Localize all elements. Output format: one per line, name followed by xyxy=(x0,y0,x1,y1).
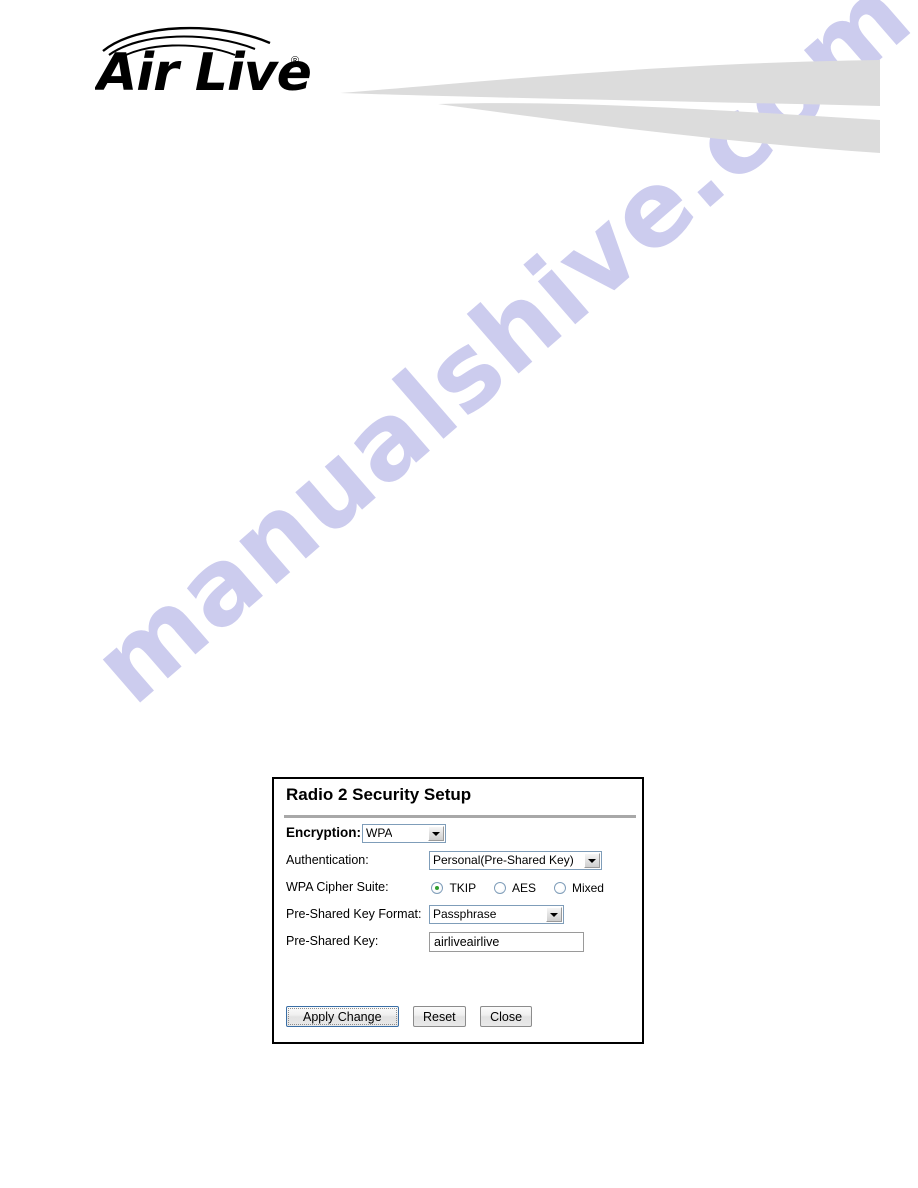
page-canvas: manualshive.com Air Live ® Radio 2 Secur… xyxy=(0,0,918,1188)
pre-shared-key-format-label: Pre-Shared Key Format: xyxy=(286,907,422,921)
airlive-logo-graphic: Air Live ® xyxy=(93,26,312,103)
close-button[interactable]: Close xyxy=(480,1006,533,1027)
authentication-label: Authentication: xyxy=(286,853,369,867)
apply-change-button-label: Apply Change xyxy=(303,1010,382,1024)
title-divider xyxy=(284,815,636,818)
encryption-label: Encryption: xyxy=(286,825,362,840)
radio-option-mixed[interactable]: Mixed xyxy=(553,879,604,897)
pre-shared-key-value: airliveairlive xyxy=(434,935,500,949)
wpa-cipher-suite-radio-group: TKIP AES Mixed xyxy=(431,879,617,897)
authentication-select[interactable]: Personal(Pre-Shared Key) xyxy=(429,851,602,870)
encryption-select-value: WPA xyxy=(366,826,393,840)
svg-text:Air Live: Air Live xyxy=(95,43,310,96)
airlive-wordmark: Air Live xyxy=(93,43,312,103)
page-header: Air Live ® xyxy=(0,0,918,170)
pre-shared-key-input[interactable]: airliveairlive xyxy=(429,932,584,952)
form-row-authentication: Authentication: Personal(Pre-Shared Key) xyxy=(274,851,642,875)
encryption-select[interactable]: WPA xyxy=(362,824,446,843)
airlive-logo: Air Live ® xyxy=(93,24,312,103)
pre-shared-key-format-value: Passphrase xyxy=(433,907,497,921)
banner-swoosh-graphic xyxy=(340,60,880,153)
apply-change-button[interactable]: Apply Change xyxy=(286,1006,399,1027)
pre-shared-key-format-select[interactable]: Passphrase xyxy=(429,905,564,924)
radio-label-mixed: Mixed xyxy=(571,880,604,895)
radio-option-tkip[interactable]: TKIP xyxy=(431,879,476,897)
radio-indicator-mixed[interactable] xyxy=(553,882,566,894)
reset-button[interactable]: Reset xyxy=(412,1006,466,1027)
authentication-select-value: Personal(Pre-Shared Key) xyxy=(433,853,574,867)
radio-label-aes: AES xyxy=(512,880,537,895)
reset-button-label: Reset xyxy=(422,1010,456,1024)
chevron-down-icon[interactable] xyxy=(428,826,444,841)
form-row-encryption: Encryption: WPA xyxy=(274,824,642,848)
radio2-security-setup-dialog: Radio 2 Security Setup Encryption: WPA A… xyxy=(272,777,644,1044)
chevron-down-icon[interactable] xyxy=(546,907,562,922)
form-row-pre-shared-key: Pre-Shared Key: airliveairlive xyxy=(274,932,642,956)
form-row-pre-shared-key-format: Pre-Shared Key Format: Passphrase xyxy=(274,905,642,929)
radio-indicator-aes[interactable] xyxy=(493,882,506,894)
radio-label-tkip: TKIP xyxy=(449,880,477,895)
dialog-button-bar: Apply Change Reset Close xyxy=(286,1006,542,1030)
wpa-cipher-suite-label: WPA Cipher Suite: xyxy=(286,880,389,894)
chevron-down-icon[interactable] xyxy=(584,853,600,868)
radio-option-aes[interactable]: AES xyxy=(493,879,537,897)
close-button-label: Close xyxy=(490,1010,523,1024)
registered-trademark-mark: ® xyxy=(291,55,299,67)
dialog-title-bar: Radio 2 Security Setup xyxy=(274,779,642,818)
radio-indicator-tkip[interactable] xyxy=(431,882,443,894)
form-row-wpa-cipher-suite: WPA Cipher Suite: TKIP AES Mixed xyxy=(274,878,642,902)
page-title: Radio 2 Security Setup xyxy=(286,785,472,804)
header-banner-swoosh xyxy=(330,38,890,158)
pre-shared-key-label: Pre-Shared Key: xyxy=(286,934,379,948)
